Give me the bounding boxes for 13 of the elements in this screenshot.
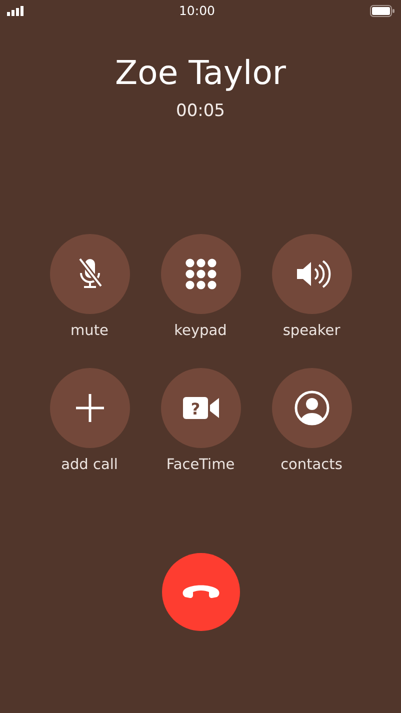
status-time: 10:00 <box>178 2 216 20</box>
option-label: speaker <box>282 322 340 340</box>
phone-icon <box>182 584 220 600</box>
call-duration: 00:05 <box>176 100 225 123</box>
option-label: FaceTime <box>166 456 235 476</box>
option-label: mute <box>70 322 108 340</box>
option-label: contacts <box>280 456 342 476</box>
signal-icon <box>7 6 24 16</box>
call-option-button[interactable]: ? <box>160 368 240 448</box>
option-label: keypad <box>174 322 227 340</box>
option-label: add call <box>61 456 118 476</box>
caller-name: Zoe Taylor <box>115 52 286 94</box>
battery-icon <box>370 5 395 17</box>
